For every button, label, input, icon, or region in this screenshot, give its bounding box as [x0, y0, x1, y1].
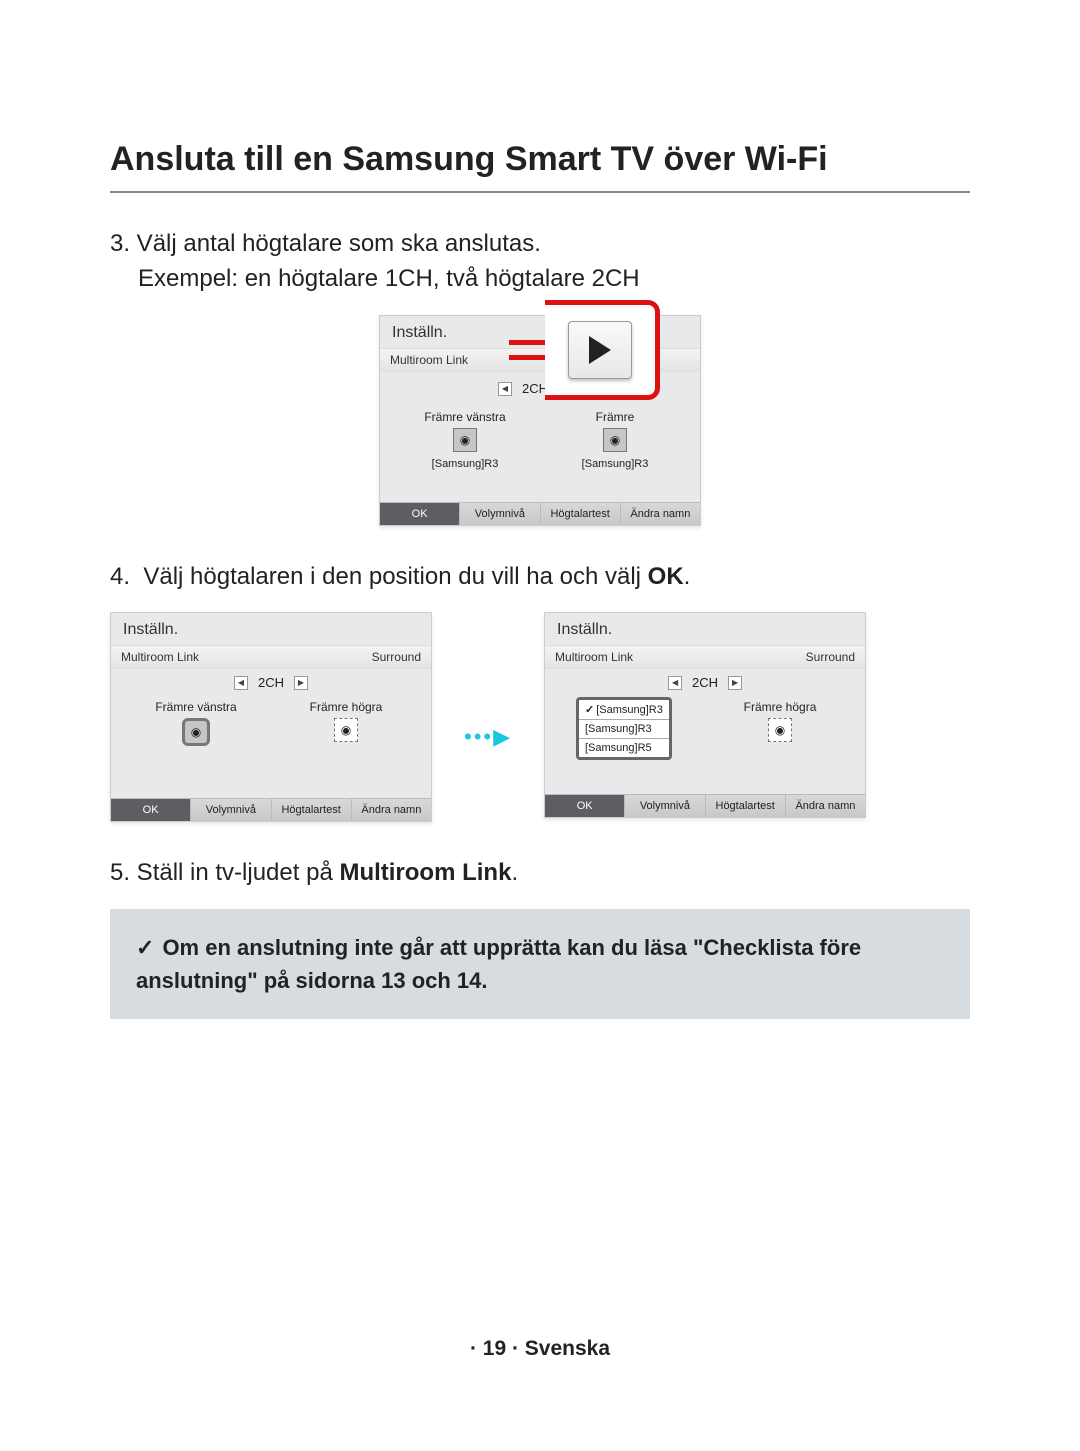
channel-selector[interactable]: ◀ 2CH ▶: [545, 669, 865, 696]
speaker-right-icon[interactable]: ◉: [334, 718, 358, 742]
speaker-test-button[interactable]: Högtalartest: [705, 795, 785, 817]
transition-arrow-icon: •••▶: [464, 724, 512, 750]
step5-bold: Multiroom Link: [339, 859, 511, 886]
speaker-right: Främre högra ◉: [725, 700, 835, 746]
ok-button[interactable]: OK: [111, 799, 190, 821]
speaker-left-icon[interactable]: ◉: [453, 428, 477, 452]
sub-right: Surround: [806, 650, 855, 664]
play-callout: [545, 300, 660, 400]
volume-button[interactable]: Volymnivå: [190, 799, 270, 821]
panel-subheader: Multiroom Link Surround: [545, 645, 865, 669]
panel-header: Inställn.: [111, 613, 431, 645]
volume-button[interactable]: Volymnivå: [624, 795, 704, 817]
sub-left: Multiroom Link: [390, 353, 468, 367]
ok-button[interactable]: OK: [380, 503, 459, 525]
speaker-test-button[interactable]: Högtalartest: [271, 799, 351, 821]
speaker-right-device: [Samsung]R3: [582, 458, 649, 470]
rename-button[interactable]: Ändra namn: [620, 503, 700, 525]
channel-selector[interactable]: ◀ 2CH ▶: [111, 669, 431, 696]
play-icon: [589, 336, 611, 364]
step-3: 3. Välj antal högtalare som ska anslutas…: [110, 227, 970, 297]
panel-footer: OK Volymnivå Högtalartest Ändra namn: [545, 794, 865, 817]
step5-prefix: 5. Ställ in tv-ljudet på: [110, 859, 339, 886]
speaker-left-label: Främre vänstra: [141, 700, 251, 714]
speaker-left-label: Främre vänstra: [410, 410, 520, 424]
dropdown-option-selected[interactable]: ✓[Samsung]R3: [579, 700, 669, 720]
dropdown-option[interactable]: [Samsung]R5: [579, 739, 669, 757]
arrow-right-icon[interactable]: ▶: [728, 676, 742, 690]
speaker-right-label: Främre högra: [291, 700, 401, 714]
speaker-left-icon-highlighted[interactable]: ◉: [182, 718, 210, 746]
note-text: Om en anslutning inte går att upprätta k…: [136, 935, 861, 993]
step-4: 4. Välj högtalaren i den position du vil…: [110, 560, 970, 595]
speaker-dropdown[interactable]: ✓[Samsung]R3 [Samsung]R3 [Samsung]R5: [576, 697, 672, 760]
arrow-left-icon[interactable]: ◀: [668, 676, 682, 690]
page-footer: · 19 · Svenska: [0, 1337, 1080, 1361]
check-icon: ✓: [585, 704, 594, 716]
channel-value: 2CH: [692, 675, 718, 690]
arrow-right-icon[interactable]: ▶: [294, 676, 308, 690]
speaker-left: Främre vänstra ◉: [141, 700, 251, 750]
ok-bold: OK: [648, 563, 684, 590]
arrow-left-icon[interactable]: ◀: [498, 382, 512, 396]
settings-panel-left: Inställn. Multiroom Link Surround ◀ 2CH …: [110, 612, 432, 822]
play-button[interactable]: [568, 321, 632, 379]
step3-example: Exempel: en högtalare 1CH, två högtalare…: [110, 262, 970, 297]
volume-button[interactable]: Volymnivå: [459, 503, 539, 525]
note-box: ✓Om en anslutning inte går att upprätta …: [110, 909, 970, 1019]
tick-icon: ✓: [136, 935, 162, 960]
dropdown-option[interactable]: [Samsung]R3: [579, 720, 669, 739]
sub-left: Multiroom Link: [555, 650, 633, 664]
step-5: 5. Ställ in tv-ljudet på Multiroom Link.: [110, 856, 970, 891]
channel-value: 2CH: [258, 675, 284, 690]
arrow-left-icon[interactable]: ◀: [234, 676, 248, 690]
sub-left: Multiroom Link: [121, 650, 199, 664]
speaker-right-label: Främre: [560, 410, 670, 424]
rename-button[interactable]: Ändra namn: [785, 795, 865, 817]
panel-footer: OK Volymnivå Högtalartest Ändra namn: [111, 798, 431, 821]
speaker-right: Främre ◉ [Samsung]R3: [560, 410, 670, 470]
speaker-test-button[interactable]: Högtalartest: [540, 503, 620, 525]
ok-button[interactable]: OK: [545, 795, 624, 817]
speaker-left: Främre vänstra ◉ [Samsung]R3: [410, 410, 520, 470]
dropdown-option-label: [Samsung]R3: [596, 704, 663, 716]
panel-footer: OK Volymnivå Högtalartest Ändra namn: [380, 502, 700, 525]
panel-header: Inställn.: [545, 613, 865, 645]
speaker-right: Främre högra ◉: [291, 700, 401, 750]
rename-button[interactable]: Ändra namn: [351, 799, 431, 821]
panel-subheader: Multiroom Link Surround: [111, 645, 431, 669]
page-title: Ansluta till en Samsung Smart TV över Wi…: [110, 140, 970, 193]
speaker-right-icon[interactable]: ◉: [603, 428, 627, 452]
sub-right: Surround: [372, 650, 421, 664]
speaker-left-device: [Samsung]R3: [432, 458, 499, 470]
step4-prefix: 4. Välj högtalaren i den position du vil…: [110, 563, 648, 590]
step3-text: 3. Välj antal högtalare som ska anslutas…: [110, 230, 541, 257]
speaker-right-label: Främre högra: [725, 700, 835, 714]
speaker-right-icon[interactable]: ◉: [768, 718, 792, 742]
step5-suffix: .: [511, 859, 518, 886]
